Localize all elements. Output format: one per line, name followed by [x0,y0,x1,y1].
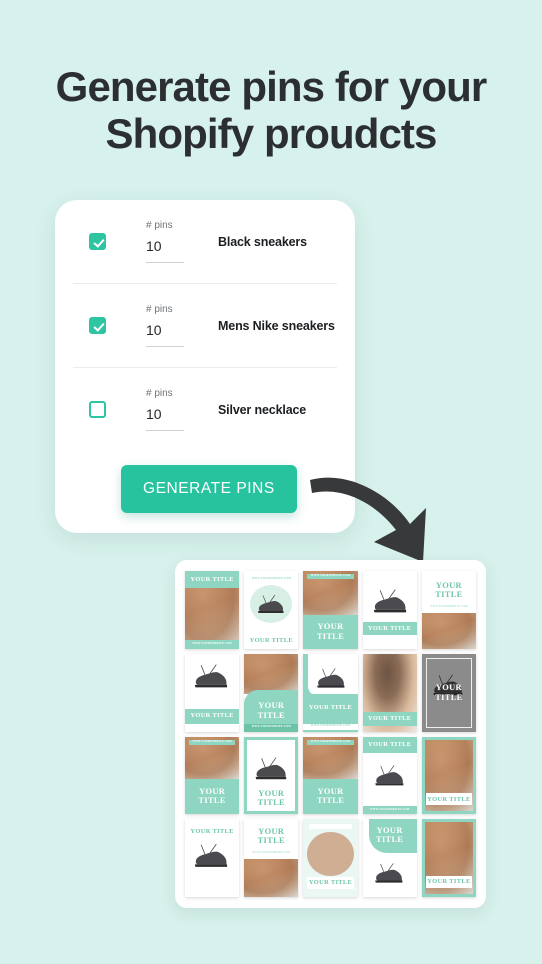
pin-title: YOUR TITLE [368,624,412,632]
curved-arrow-down-right-icon [310,477,426,562]
pin-title: YOUR TITLE [435,580,463,599]
pin-subtitle: WWW.YOURWEBSITE.COM [310,739,351,743]
pins-count-label-3: # pins [146,388,173,400]
sneaker-icon [194,664,228,688]
generated-pins-panel: YOUR TITLE WWW.YOURWEBSITE.COM WWW.YOURW… [175,560,486,908]
pin-title: YOUR TITLE [427,878,471,886]
pin-title: YOUR TITLE [368,714,412,722]
pin-card[interactable]: WWW.YOURWEBSITE.COM YOUR TITLE [303,571,358,649]
pin-subtitle: WWW.YOURWEBSITE.COM [192,739,232,743]
product-name-2: Mens Nike sneakers [218,318,335,333]
pin-card[interactable]: YOUR TITLE WWW.YOURWEBSITE.COM [303,653,358,732]
pin-subtitle: WWW.YOURWEBSITE.COM [310,724,351,728]
product-name-1: Black sneakers [218,234,307,249]
pin-subtitle: WWW.YOURWEBSITE.COM [251,725,292,729]
generate-pins-button[interactable]: GENERATE PINS [121,465,297,513]
pin-title: YOUR TITLE [308,704,353,712]
pin-title: YOUR TITLE [308,879,353,887]
pin-subtitle: WWW.YOURWEBSITE.COM [192,641,232,645]
pin-card[interactable]: YOUR TITLE [362,653,417,732]
pins-count-field-2[interactable]: # pins 10 [146,304,200,347]
sneaker-icon [373,589,406,613]
pin-title: YOUR TITLE [257,826,285,846]
pin-card[interactable]: YOUR TITLE [185,819,240,897]
product-row[interactable]: # pins 10 Black sneakers [55,200,355,283]
product-checkbox-2[interactable] [89,317,106,334]
pin-title: YOUR TITLE [435,683,463,702]
page-title-line1: Generate pins for your [55,63,488,110]
pin-title: YOUR TITLE [368,740,412,748]
pin-card[interactable]: YOUR TITLE WWW.YOURWEBSITE.COM [362,736,417,815]
pins-count-label-1: # pins [146,220,173,232]
pin-grid: YOUR TITLE WWW.YOURWEBSITE.COM WWW.YOURW… [185,571,476,897]
pins-count-underline-3 [146,429,184,431]
pin-card[interactable]: YOUR TITLE [362,571,417,649]
pin-subtitle: WWW.YOURWEBSITE.COM [252,851,291,855]
sneaker-icon [194,844,228,868]
pin-title: YOUR TITLE [249,636,293,644]
pin-title: YOUR TITLE [257,701,285,720]
pins-count-value-2[interactable]: 10 [146,322,200,345]
pins-count-underline-1 [146,261,184,263]
page-title: Generate pins for your Shopify proudcts [0,63,542,158]
pin-card[interactable]: YOUR TITLE [185,653,240,732]
pin-title: YOUR TITLE [316,786,345,806]
pin-title: YOUR TITLE [190,827,234,835]
page-title-line2: Shopify proudcts [105,110,438,158]
sneaker-icon [374,863,402,883]
pin-card[interactable]: YOUR TITLE [244,736,299,815]
pin-title: YOUR TITLE [190,575,234,583]
pins-count-field-1[interactable]: # pins 10 [146,220,200,263]
pin-subtitle: WWW.YOURWEBSITE.COM [310,574,351,578]
pin-card[interactable]: YOUR TITLE [303,819,358,897]
pin-card[interactable]: WWW.YOURWEBSITE.COM YOUR TITLE [244,571,299,649]
sneaker-icon [258,594,284,613]
pin-card[interactable]: YOUR TITLE WWW.YOURWEBSITE.COM [421,571,476,649]
pin-card[interactable]: WWW.YOURWEBSITE.COM YOUR TITLE [185,736,240,815]
pin-card[interactable]: WWW.YOURWEBSITE.COM YOUR TITLE [303,736,358,815]
product-checkbox-3[interactable] [89,401,106,418]
product-row[interactable]: # pins 10 Silver necklace [55,368,355,451]
pin-title: YOUR TITLE [376,825,404,845]
product-name-3: Silver necklace [218,402,307,417]
pin-card[interactable]: YOUR TITLE [362,819,417,897]
product-checkbox-1[interactable] [89,233,106,250]
pin-title: YOUR TITLE [190,712,234,720]
pin-subtitle: WWW.YOURWEBSITE.COM [369,807,410,811]
pin-title: YOUR TITLE [257,788,285,808]
sneaker-icon [317,667,345,688]
product-row[interactable]: # pins 10 Mens Nike sneakers [55,284,355,367]
pin-title: YOUR TITLE [198,786,226,806]
pins-count-underline-2 [146,345,184,347]
pin-title: YOUR TITLE [316,622,345,641]
pin-card[interactable]: YOUR TITLE WWW.YOURWEBSITE.COM [185,571,240,649]
pins-count-field-3[interactable]: # pins 10 [146,388,200,431]
pins-count-value-3[interactable]: 10 [146,406,200,429]
pin-title: YOUR TITLE [427,795,471,803]
pin-card[interactable]: YOUR TITLE [421,736,476,815]
sneaker-icon [255,756,287,779]
pin-subtitle: WWW.YOURWEBSITE.COM [430,605,468,608]
pin-card[interactable]: YOUR TITLE [421,819,476,897]
pin-card[interactable]: YOUR TITLE WWW.YOURWEBSITE.COM [244,819,299,897]
pins-count-label-2: # pins [146,304,173,316]
pin-subtitle: WWW.YOURWEBSITE.COM [251,577,292,581]
pin-card[interactable]: YOUR TITLE WWW.YOURWEBSITE.COM [244,653,299,732]
pins-count-value-1[interactable]: 10 [146,238,200,261]
sneaker-icon [374,764,403,785]
pin-card[interactable]: YOUR TITLE [421,653,476,732]
